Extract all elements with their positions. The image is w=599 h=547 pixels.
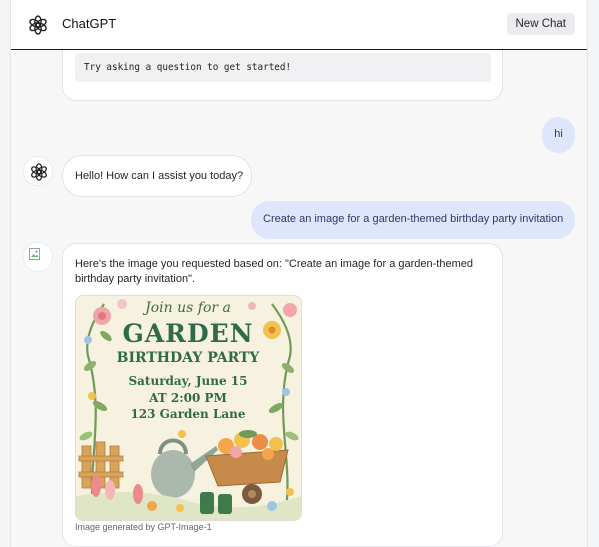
code-text: Try asking a question to get started! [84, 62, 292, 73]
app-title: ChatGPT [62, 16, 117, 31]
user-message-create-image: Create an image for a garden-themed birt… [251, 201, 575, 239]
fence-icon [78, 441, 124, 489]
invite-date: Saturday, June 15 [128, 374, 247, 388]
chat-scroll-area[interactable]: Try asking a question to get started! hi [11, 50, 587, 547]
ai-message-hello: Hello! How can I assist you today? [62, 155, 252, 197]
openai-logo-icon [29, 15, 47, 35]
invite-subhead: BIRTHDAY PARTY [117, 350, 261, 366]
new-chat-button[interactable]: New Chat [506, 13, 575, 35]
pink-flower-icon [93, 307, 111, 325]
code-block: Try asking a question to get started! [75, 53, 491, 82]
invite-time: AT 2:00 PM [148, 391, 227, 405]
invite-address: 123 Garden Lane [130, 407, 245, 421]
user-message-text: hi [554, 128, 563, 140]
ai-message-text-line1: Here's the image you requested based on:… [75, 258, 473, 270]
ai-message-intro: Try asking a question to get started! [62, 50, 503, 101]
image-caption: Image generated by GPT-Image-1 [75, 522, 212, 532]
broken-image-icon [29, 248, 40, 260]
user-message-text: Create an image for a garden-themed birt… [263, 213, 564, 225]
invite-headline: GARDEN [122, 319, 253, 348]
chat-app: ChatGPT New Chat Try asking a question t… [10, 0, 588, 547]
garden-invitation-illustration: Join us for a GARDEN BIRTHDAY PARTY Satu… [76, 296, 301, 520]
assistant-avatar [23, 242, 53, 272]
user-message-hi: hi [542, 117, 575, 153]
ai-message-text: Hello! How can I assist you today? [75, 170, 244, 182]
generated-image[interactable]: Join us for a GARDEN BIRTHDAY PARTY Satu… [75, 295, 302, 521]
assistant-avatar [23, 156, 53, 186]
invite-script-line: Join us for a [142, 300, 231, 316]
openai-logo-icon [31, 163, 47, 181]
app-header: ChatGPT New Chat [11, 0, 587, 50]
ai-message-image: Here's the image you requested based on:… [62, 243, 503, 547]
ai-message-text-line2: birthday party invitation". [75, 273, 196, 285]
